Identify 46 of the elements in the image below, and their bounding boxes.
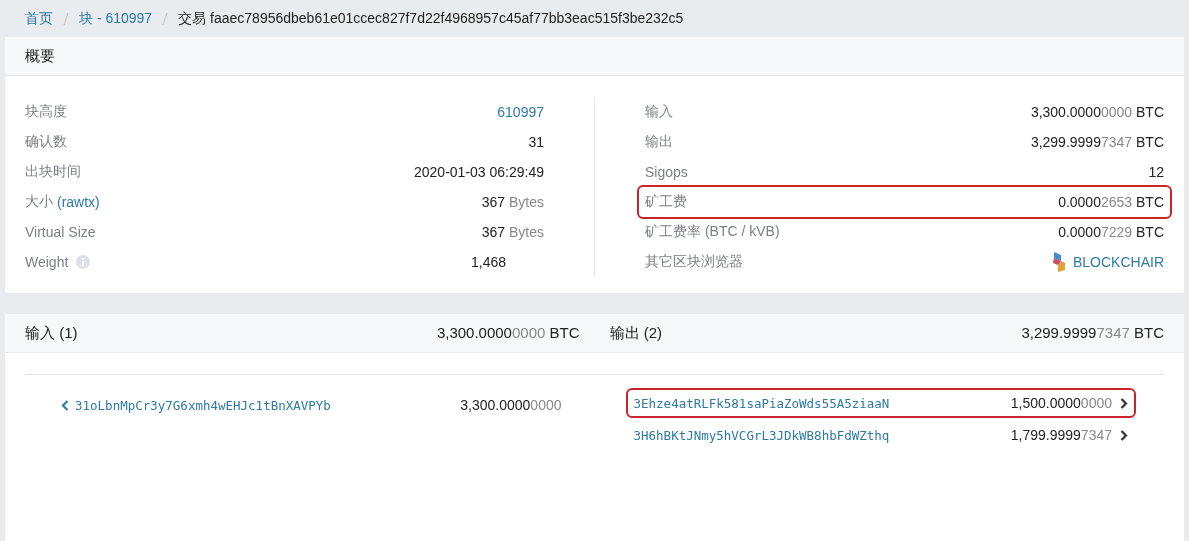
panel-title: 输出 (2) [609,323,662,343]
field-value: 367 Bytes [481,224,544,240]
amount: 1,799.99997347 [1010,427,1112,443]
field-value: 367 Bytes [481,194,544,210]
separator-icon [63,11,69,26]
breadcrumb-link[interactable]: 首页 [25,9,53,28]
field-label: 矿工费率 (BTC / kVB) [645,223,780,241]
field-label: 出块时间 [25,163,81,181]
panel-title: 概要 [25,46,55,66]
amount: 3,300.00000000 BTC [1030,104,1164,120]
field-label: Sigops [645,164,688,180]
field-label: 块高度 [25,103,67,121]
amount: 3,300.00000000 [460,397,562,413]
address-link[interactable]: 3Ehze4atRLFk581saPiaZoWds55A5ziaaN [633,395,1011,411]
amount: 1,500.00000000 [1010,395,1112,411]
field-label: Virtual Size [25,224,96,240]
info-icon [76,255,91,269]
chevron-left-icon [61,399,69,411]
amount: 3,299.99997347 BTC [1030,134,1164,150]
blockchair-link[interactable]: BLOCKCHAIR [1072,254,1164,270]
field-value: 1,468 [470,254,506,270]
field-value: 12 [1148,164,1164,180]
field-label: 大小 [25,193,53,211]
rawtx-link[interactable]: (rawtx) [57,194,100,210]
amount: 0.00002653 BTC [1058,194,1164,210]
chevron-right-icon[interactable] [1120,429,1128,441]
breadcrumb-current: 交易 faaec78956dbeb61e01ccec827f7d22f4968957c45af77bb3eac515f3be232c5 [178,9,684,28]
amount: 3,300.00000000 BTC [436,323,580,343]
cube-logo-icon [1050,251,1067,273]
separator-icon [162,11,169,26]
field-label: 矿工费 [645,193,687,211]
field-label: 输出 [645,133,673,151]
field-value: 2020-01-03 06:29:49 [414,164,544,180]
amount: 0.00007229 BTC [1058,224,1164,240]
field-label: 其它区块浏览器 [645,253,743,271]
amount: 3,299.99997347 BTC [1021,323,1164,343]
field-label: 输入 [645,103,673,121]
address-link[interactable]: 3H6hBKtJNmy5hVCGrL3JDkWB8hbFdWZthq [633,427,1011,443]
block-link[interactable]: 610997 [497,104,544,120]
address-link[interactable]: 31oLbnMpCr3y7G6xmh4wEHJc1tBnXAVPYb [61,397,331,413]
panel-title: 输入 (1) [25,323,78,343]
breadcrumb-link[interactable]: 块 - 610997 [79,9,153,28]
chevron-right-icon[interactable] [1120,397,1128,409]
field-label: Weight [25,254,69,270]
field-value: 31 [528,134,544,150]
field-label: 确认数 [25,133,67,151]
